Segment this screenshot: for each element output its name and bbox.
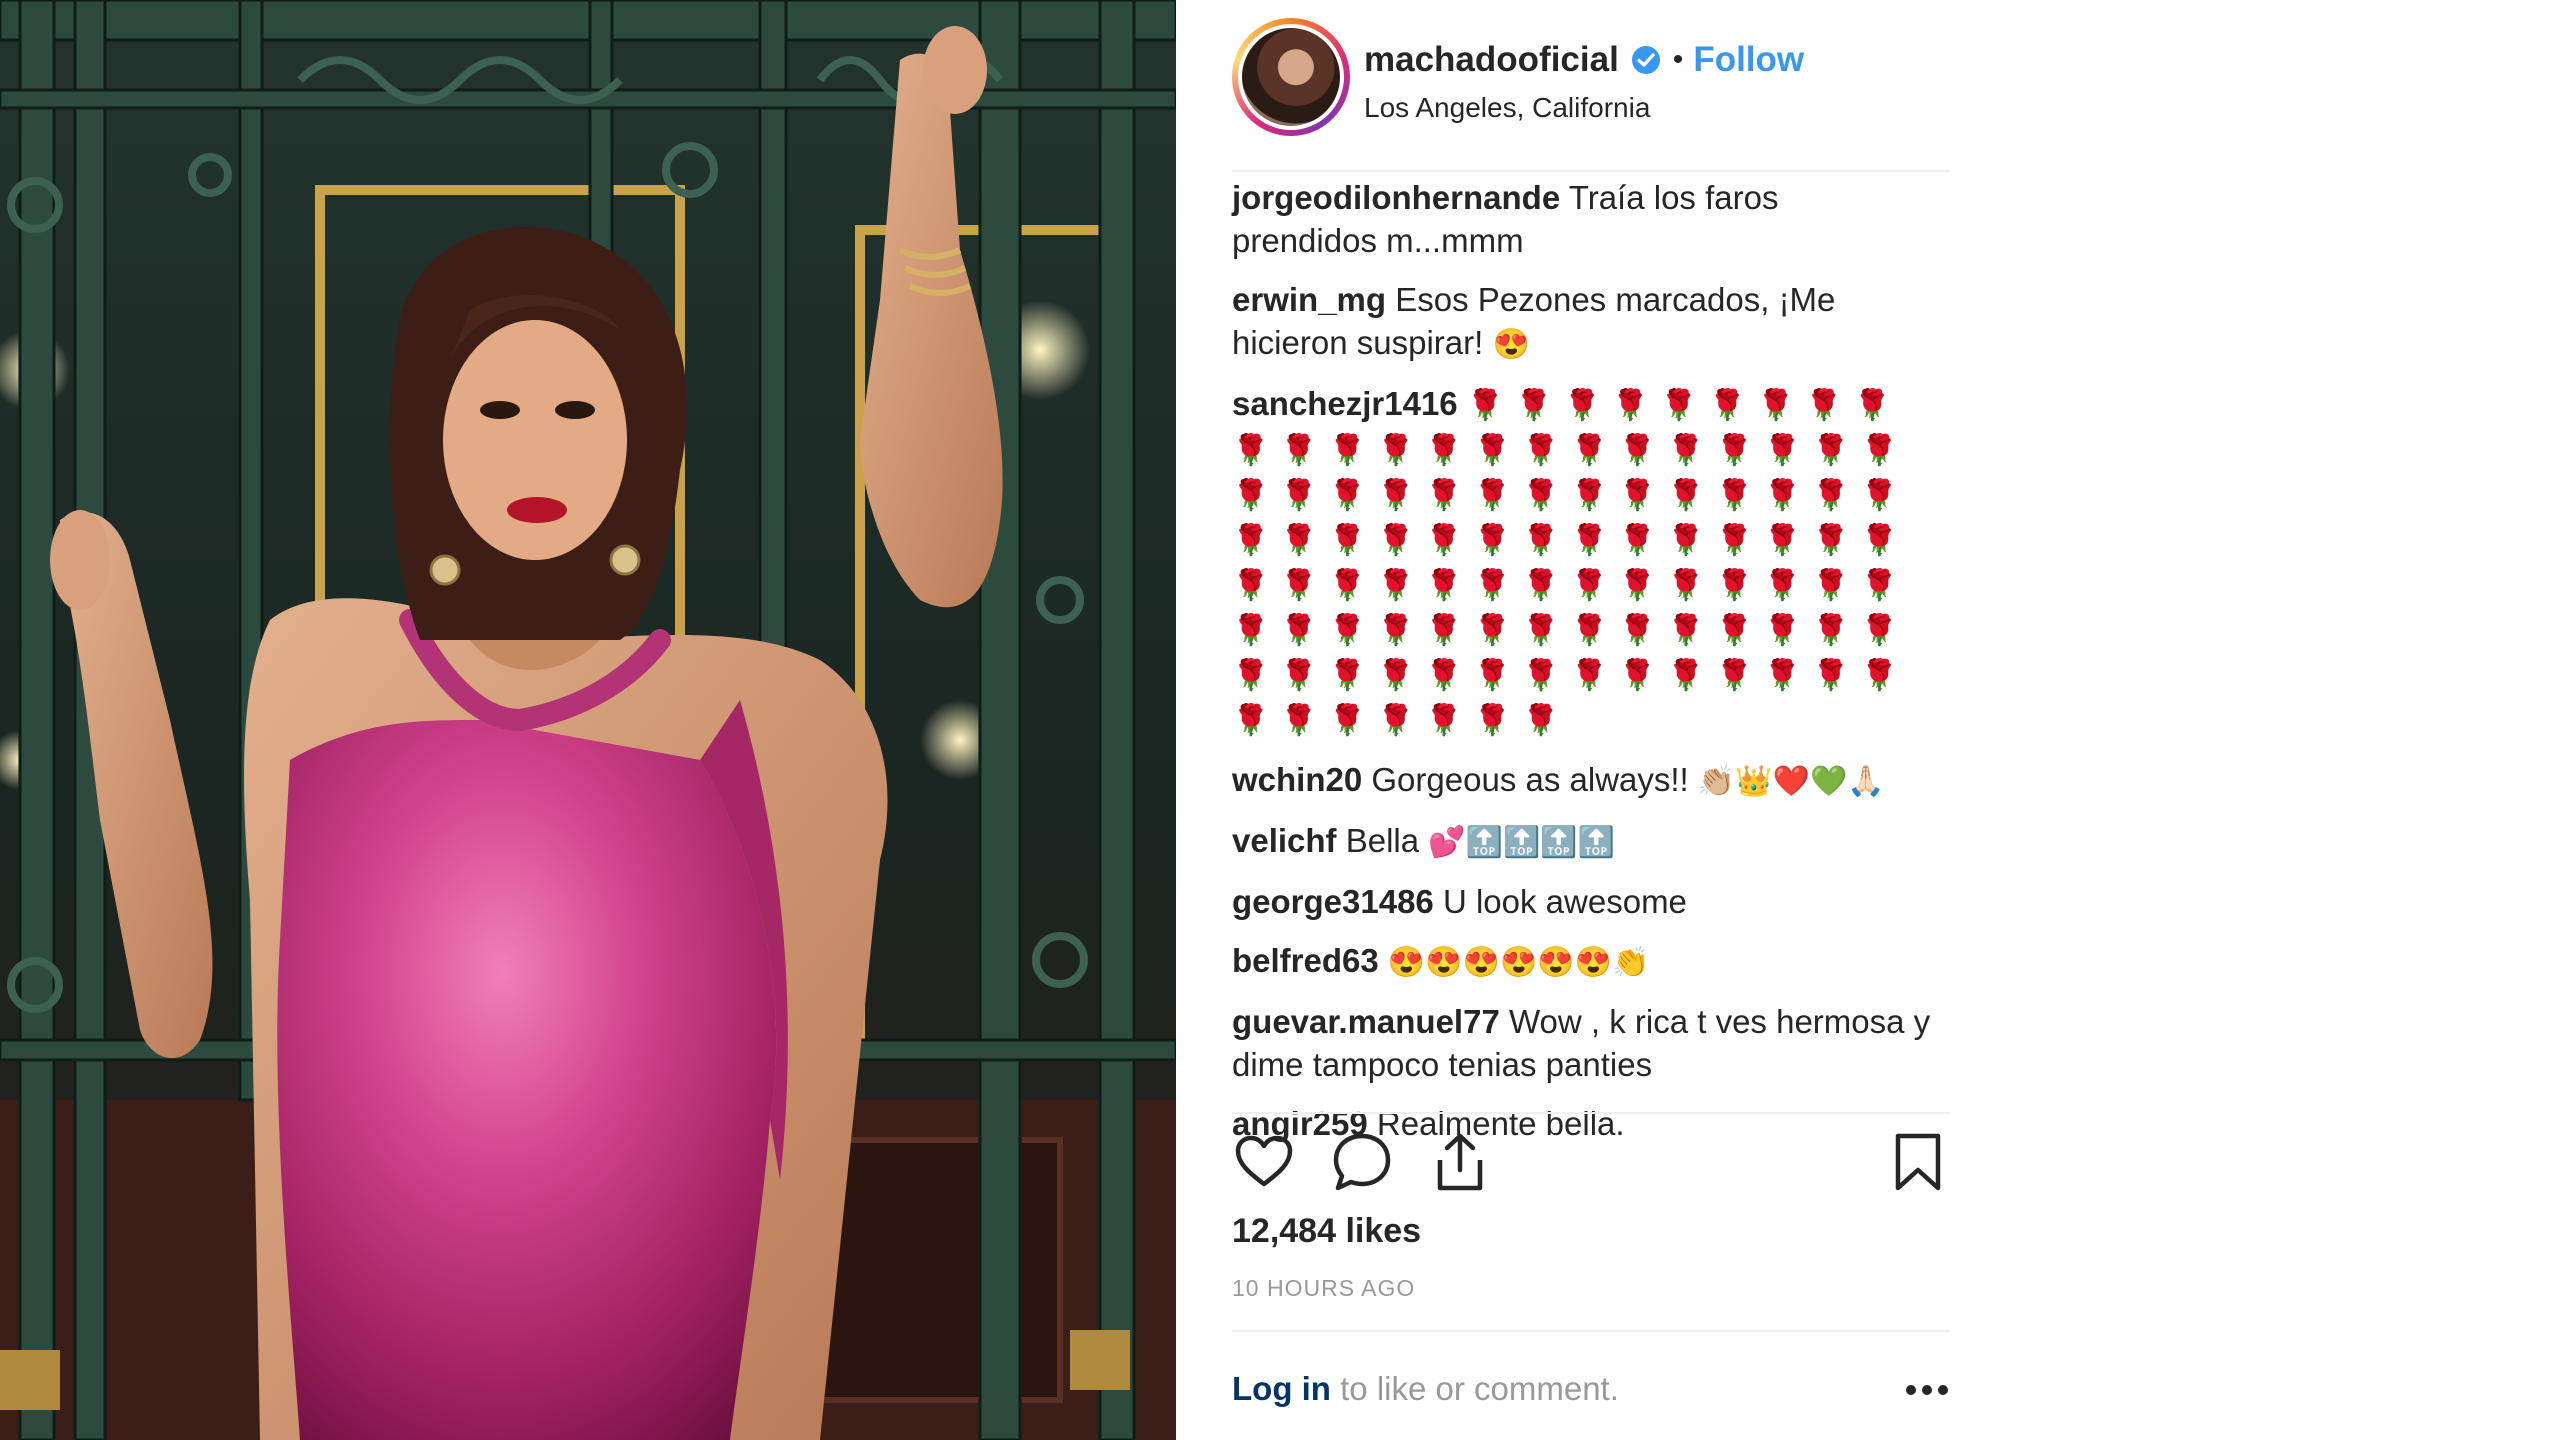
comment-username[interactable]: guevar.manuel77	[1232, 1003, 1500, 1040]
action-bar	[1232, 1130, 1950, 1200]
comment-username[interactable]: velichf	[1232, 822, 1337, 859]
comment-item: jorgeodilonhernande Traía los faros pren…	[1232, 176, 1932, 262]
footer-divider	[1232, 1330, 1950, 1332]
comment-username[interactable]: sanchezjr1416	[1232, 385, 1458, 422]
comment-item: george31486 U look awesome	[1232, 880, 1932, 923]
comment-username[interactable]: wchin20	[1232, 761, 1362, 798]
comment-username[interactable]: erwin_mg	[1232, 281, 1386, 318]
comment-item: erwin_mg Esos Pezones marcados, ¡Me hici…	[1232, 278, 1932, 366]
header-divider	[1232, 170, 1950, 172]
login-link[interactable]: Log in	[1232, 1370, 1331, 1407]
post-timestamp: 10 HOURS AGO	[1232, 1275, 1416, 1301]
comment-bubble-icon[interactable]	[1330, 1130, 1394, 1194]
login-prompt: Log in to like or comment.	[1232, 1370, 1619, 1408]
comment-item: sanchezjr1416 🌹🌹🌹🌹🌹🌹🌹🌹🌹🌹🌹🌹🌹🌹🌹🌹🌹🌹🌹🌹🌹🌹🌹🌹🌹🌹…	[1232, 382, 1932, 742]
avatar[interactable]	[1238, 24, 1344, 130]
comment-username[interactable]: belfred63	[1232, 942, 1379, 979]
comment-text: Bella	[1345, 822, 1420, 859]
comment-emoji: 😍	[1492, 328, 1530, 361]
username[interactable]: machadooficial	[1364, 40, 1619, 80]
comment-item: guevar.manuel77 Wow , k rica t ves hermo…	[1232, 1000, 1932, 1086]
post-sidebar: machadooficial • Follow Los Angeles, Cal…	[1232, 0, 1950, 1440]
login-suffix: to like or comment.	[1330, 1370, 1619, 1407]
comment-text: Gorgeous as always!!	[1371, 761, 1689, 798]
post-header: machadooficial • Follow Los Angeles, Cal…	[1232, 12, 1950, 162]
comment-item: belfred63 😍😍😍😍😍😍👏	[1232, 939, 1932, 984]
location-link[interactable]: Los Angeles, California	[1364, 92, 1650, 124]
instagram-post-page: machadooficial • Follow Los Angeles, Cal…	[0, 0, 2560, 1440]
comment-roses: 🌹🌹🌹🌹🌹🌹🌹🌹🌹🌹🌹🌹🌹🌹🌹🌹🌹🌹🌹🌹🌹🌹🌹🌹🌹🌹🌹🌹🌹🌹🌹🌹🌹🌹🌹🌹🌹🌹🌹🌹…	[1232, 389, 1909, 737]
heart-icon[interactable]	[1232, 1130, 1296, 1194]
comment-emoji: 😍😍😍😍😍😍👏	[1387, 946, 1650, 979]
comment-item: velichf Bella 💕🔝🔝🔝🔝	[1232, 819, 1932, 864]
follow-button[interactable]: Follow	[1693, 40, 1804, 80]
likes-count[interactable]: 12,484 likes	[1232, 1212, 1421, 1251]
comments-divider	[1232, 1112, 1950, 1114]
username-line: machadooficial • Follow	[1364, 40, 1804, 80]
comment-username[interactable]: george31486	[1232, 883, 1434, 920]
verified-badge-icon	[1631, 45, 1661, 75]
more-options-icon[interactable]	[1904, 1380, 1950, 1400]
bookmark-icon[interactable]	[1886, 1130, 1950, 1194]
comments-list: jorgeodilonhernande Traía los faros pren…	[1232, 176, 1932, 1161]
share-icon[interactable]	[1428, 1130, 1492, 1194]
comment-emoji: 💕🔝🔝🔝🔝	[1428, 826, 1616, 859]
story-ring[interactable]	[1232, 18, 1350, 136]
comment-username[interactable]: jorgeodilonhernande	[1232, 179, 1560, 216]
post-photo[interactable]	[0, 0, 1176, 1440]
comment-text: U look awesome	[1442, 883, 1687, 920]
comment-item: wchin20 Gorgeous as always!! 👏🏼👑❤️💚🙏🏻	[1232, 758, 1932, 803]
comment-emoji: 👏🏼👑❤️💚🙏🏻	[1697, 765, 1885, 798]
separator-dot: •	[1672, 43, 1684, 76]
